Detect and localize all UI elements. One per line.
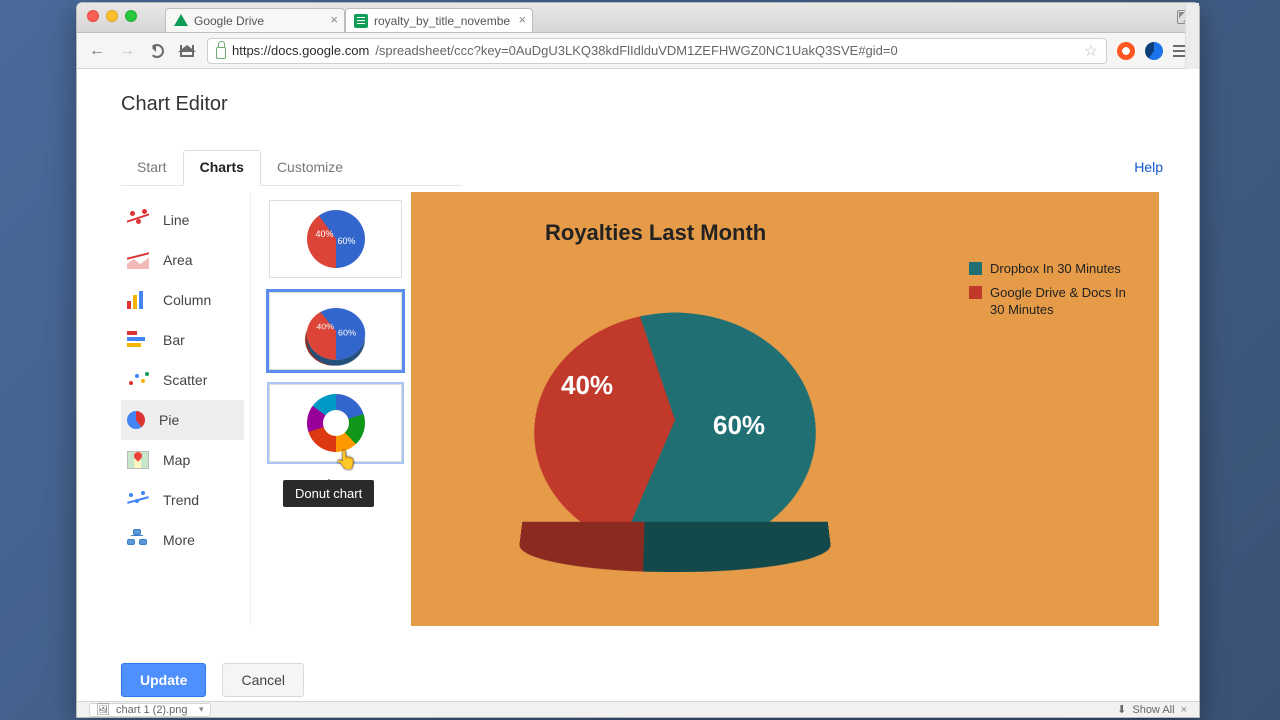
subtype-pie-flat[interactable]: 40% 60% — [269, 200, 402, 278]
window-minimize-button[interactable] — [106, 10, 118, 22]
address-bar[interactable]: https://docs.google.com/spreadsheet/ccc?… — [207, 38, 1107, 64]
browser-window: Google Drive × royalty_by_title_novembe … — [76, 2, 1200, 718]
chart-preview: Royalties Last Month 40% 60% Dropbox In … — [411, 192, 1159, 626]
type-label: Trend — [163, 492, 199, 508]
nav-forward-button[interactable]: → — [117, 41, 137, 61]
scatter-chart-icon — [127, 371, 149, 389]
cursor-icon: 👆 — [335, 450, 357, 471]
editor-body: Line Area Column Bar Scatter Pie Map Tre… — [121, 192, 1159, 626]
tab-title: Google Drive — [194, 14, 264, 28]
titlebar: Google Drive × royalty_by_title_novembe … — [77, 3, 1199, 33]
type-pie[interactable]: Pie — [121, 400, 244, 440]
tab-start[interactable]: Start — [121, 151, 183, 185]
thumb-label: 40% — [316, 323, 334, 331]
editor-tabs: Start Charts Customize — [121, 150, 461, 186]
legend-label: Google Drive & Docs In 30 Minutes — [990, 284, 1129, 319]
window-close-button[interactable] — [87, 10, 99, 22]
type-label: Map — [163, 452, 190, 468]
chart-title: Royalties Last Month — [545, 220, 766, 246]
help-link[interactable]: Help — [1134, 159, 1163, 175]
column-chart-icon — [127, 291, 149, 309]
cancel-button[interactable]: Cancel — [222, 663, 304, 697]
browser-tabs: Google Drive × royalty_by_title_novembe … — [165, 8, 533, 32]
pie-slices — [518, 313, 831, 553]
nav-home-button[interactable] — [177, 41, 197, 61]
bookmark-star-icon[interactable]: ☆ — [1084, 41, 1098, 61]
update-button[interactable]: Update — [121, 663, 206, 697]
download-show-all[interactable]: ⬇ Show All × — [1117, 703, 1187, 716]
more-chart-icon — [127, 531, 149, 549]
subtype-tooltip: Donut chart — [283, 480, 374, 507]
legend-label: Dropbox In 30 Minutes — [990, 260, 1121, 278]
pie-thumb-icon: 40% 60% — [307, 210, 365, 268]
url-path: /spreadsheet/ccc?key=0AuDgU3LKQ38kdFlIdl… — [375, 43, 897, 58]
browser-tab-drive[interactable]: Google Drive × — [165, 8, 345, 32]
type-bar[interactable]: Bar — [121, 320, 244, 360]
type-label: More — [163, 532, 195, 548]
chart-editor-dialog: Chart Editor Help Start Charts Customize… — [77, 69, 1199, 717]
type-area[interactable]: Area — [121, 240, 244, 280]
url-host: https://docs.google.com — [232, 43, 369, 58]
slice-label-40: 40% — [561, 370, 613, 401]
dialog-title: Chart Editor — [121, 93, 1159, 116]
type-line[interactable]: Line — [121, 200, 244, 240]
map-chart-icon — [127, 451, 149, 469]
download-filename: chart 1 (2).png — [116, 704, 188, 716]
type-label: Area — [163, 252, 193, 268]
type-map[interactable]: Map — [121, 440, 244, 480]
bar-chart-icon — [127, 331, 149, 349]
type-label: Line — [163, 212, 189, 228]
type-label: Pie — [159, 412, 179, 428]
thumb-label: 40% — [316, 229, 334, 239]
chart-subtype-list: 40% 60% 40% 60% Donut chart 👆 — [251, 192, 401, 626]
type-label: Column — [163, 292, 211, 308]
browser-tab-sheet[interactable]: royalty_by_title_novembe × — [345, 8, 533, 32]
legend-item: Google Drive & Docs In 30 Minutes — [969, 284, 1129, 319]
type-label: Scatter — [163, 372, 207, 388]
drive-favicon-icon — [174, 14, 188, 28]
file-icon: 🖼 — [96, 703, 110, 716]
download-bar-close-icon[interactable]: × — [1181, 704, 1187, 716]
extension-icon[interactable] — [1117, 42, 1135, 60]
type-column[interactable]: Column — [121, 280, 244, 320]
download-arrow-icon: ⬇ — [1117, 703, 1126, 716]
chart-legend: Dropbox In 30 Minutes Google Drive & Doc… — [969, 260, 1129, 325]
download-item[interactable]: 🖼 chart 1 (2).png — [89, 703, 211, 717]
type-label: Bar — [163, 332, 185, 348]
thumb-label: 60% — [337, 328, 356, 337]
type-scatter[interactable]: Scatter — [121, 360, 244, 400]
pie-chart-icon — [127, 411, 145, 429]
window-zoom-button[interactable] — [125, 10, 137, 22]
nav-reload-button[interactable] — [147, 41, 167, 61]
chart-type-list: Line Area Column Bar Scatter Pie Map Tre… — [121, 192, 251, 626]
tab-charts[interactable]: Charts — [183, 150, 261, 186]
thumb-label: 60% — [338, 236, 356, 246]
trend-chart-icon — [127, 491, 149, 509]
legend-swatch-icon — [969, 262, 982, 275]
download-bar: 🖼 chart 1 (2).png ⬇ Show All × — [77, 701, 1199, 717]
tab-close-icon[interactable]: × — [330, 13, 338, 26]
extension-icon[interactable] — [1145, 42, 1163, 60]
sheets-favicon-icon — [354, 14, 368, 28]
lock-icon — [216, 47, 226, 59]
pie-chart — [535, 280, 815, 560]
area-chart-icon — [127, 251, 149, 269]
tab-close-icon[interactable]: × — [518, 13, 526, 26]
line-chart-icon — [127, 211, 149, 229]
type-more[interactable]: More — [121, 520, 244, 560]
nav-back-button[interactable]: ← — [87, 41, 107, 61]
dialog-actions: Update Cancel — [121, 663, 304, 697]
show-all-label: Show All — [1132, 704, 1174, 716]
window-controls — [87, 10, 137, 22]
tab-customize[interactable]: Customize — [261, 151, 359, 185]
donut-thumb-icon — [307, 394, 365, 452]
type-trend[interactable]: Trend — [121, 480, 244, 520]
subtype-pie-3d[interactable]: 40% 60% — [269, 292, 402, 370]
tab-title: royalty_by_title_novembe — [374, 14, 510, 28]
pie3d-thumb-icon: 40% 60% — [303, 308, 368, 360]
legend-swatch-icon — [969, 286, 982, 299]
legend-item: Dropbox In 30 Minutes — [969, 260, 1129, 278]
browser-toolbar: ← → https://docs.google.com/spreadsheet/… — [77, 33, 1199, 69]
slice-label-60: 60% — [713, 410, 765, 441]
